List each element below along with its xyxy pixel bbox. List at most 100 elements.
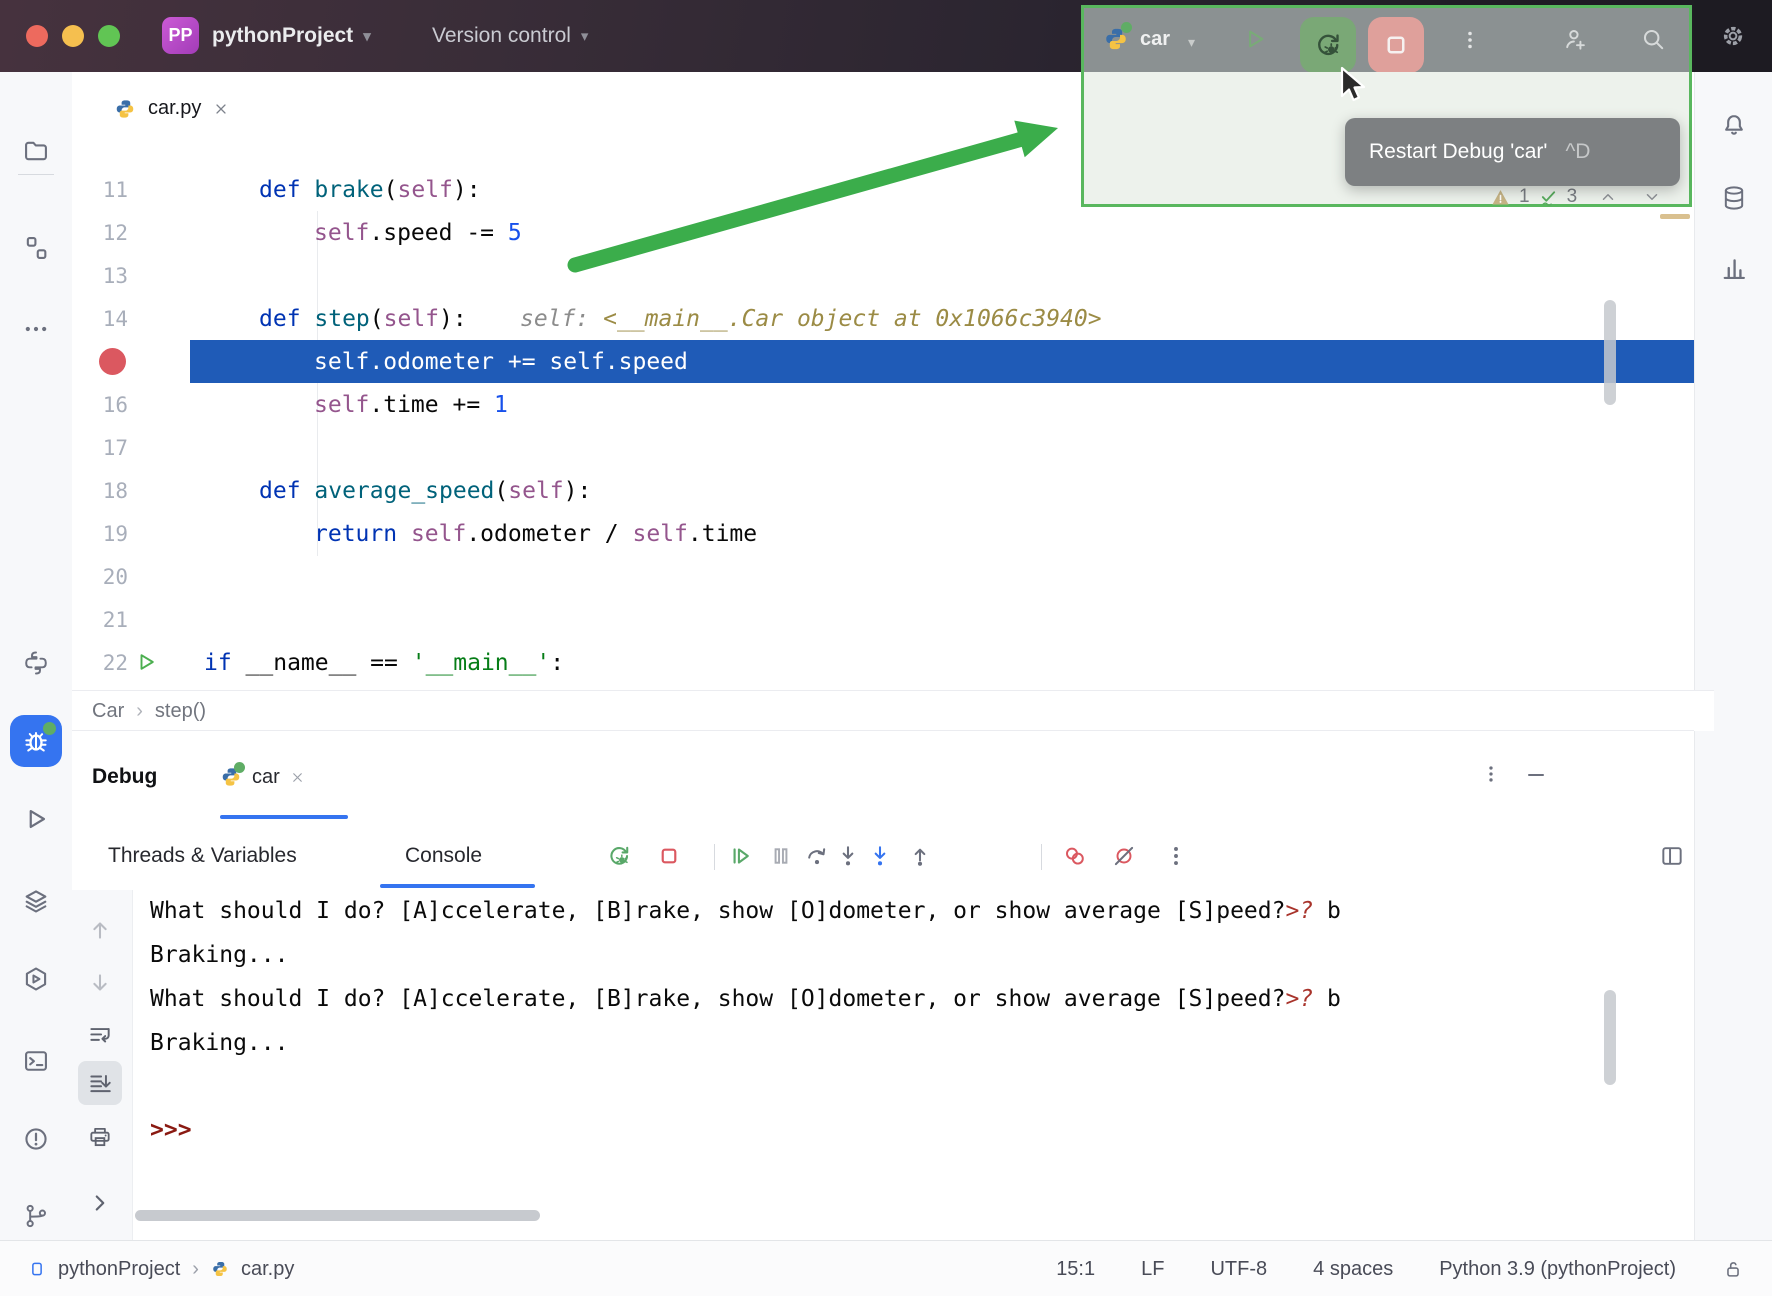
breadcrumb-separator: › — [136, 700, 143, 723]
code-line-21[interactable]: 21 — [72, 598, 1694, 641]
active-session-underline — [220, 815, 348, 819]
code-text: if __name__ == '__main__': — [204, 650, 564, 676]
code-text: def step(self): — [259, 306, 467, 332]
code-line-16[interactable]: 16self.time += 1 — [72, 383, 1694, 426]
terminal-tool-icon[interactable] — [0, 1035, 72, 1087]
step-out-button[interactable] — [894, 830, 946, 882]
git-tool-icon[interactable] — [0, 1190, 72, 1242]
code-line-14[interactable]: 14def step(self):self: <__main__.Car obj… — [72, 297, 1694, 340]
code-line-22[interactable]: 22if __name__ == '__main__': — [72, 641, 1694, 684]
more-tools-icon[interactable] — [0, 303, 72, 355]
scroll-to-end-icon[interactable] — [78, 1061, 122, 1105]
chevron-right-icon[interactable] — [70, 1181, 130, 1225]
line-number: 14 — [72, 307, 128, 331]
stop-button[interactable] — [643, 830, 695, 882]
statusbar-item[interactable]: 4 spaces — [1313, 1258, 1393, 1281]
tab-threads-variables[interactable]: Threads & Variables — [108, 822, 297, 890]
tab-console[interactable]: Console — [405, 822, 482, 890]
console-prompt[interactable]: >>> — [150, 1108, 192, 1152]
stripe-divider — [18, 174, 54, 175]
soft-wrap-icon[interactable] — [70, 1013, 130, 1057]
console-horizontal-scrollbar[interactable] — [135, 1210, 540, 1221]
python-packages-icon[interactable] — [0, 637, 72, 689]
search-icon[interactable] — [1640, 26, 1666, 52]
profiler-tool-icon[interactable] — [1695, 242, 1772, 294]
inspections-widget[interactable]: 1 3 — [1490, 184, 1661, 210]
print-icon[interactable] — [70, 1115, 130, 1159]
breadcrumb-method[interactable]: step() — [155, 700, 206, 723]
lock-icon[interactable] — [1722, 1258, 1744, 1280]
view-breakpoints-button[interactable] — [1049, 830, 1101, 882]
notifications-icon[interactable] — [1695, 99, 1772, 151]
run-tool-icon[interactable] — [0, 793, 72, 845]
restart-debug-button[interactable] — [593, 830, 645, 882]
chevron-up-icon[interactable] — [1599, 188, 1617, 206]
problems-tool-icon[interactable] — [0, 1113, 72, 1165]
structure-tool-icon[interactable] — [0, 222, 72, 274]
highlighted-run-widget: car ▾ — [1084, 8, 1689, 72]
code-line-19[interactable]: 19return self.odometer / self.time — [72, 512, 1694, 555]
arrow-down-icon[interactable] — [70, 961, 130, 1005]
stop-button[interactable] — [1368, 17, 1424, 73]
debug-session-label: car — [252, 766, 280, 789]
project-badge[interactable]: PP — [162, 17, 199, 54]
run-config-label[interactable]: car — [1140, 28, 1170, 51]
minimize-panel-icon[interactable] — [1524, 763, 1548, 787]
gear-icon[interactable] — [1720, 23, 1746, 49]
chevron-down-icon[interactable]: ▾ — [1188, 34, 1195, 51]
code-line-12[interactable]: 12self.speed -= 5 — [72, 211, 1694, 254]
project-tool-icon[interactable] — [0, 125, 72, 177]
toolwindow-toggle-icon[interactable] — [28, 1260, 46, 1278]
vcs-menu[interactable]: Version control▾ — [432, 0, 588, 72]
pycharm-window: PP pythonProject▾ Version control▾ car.p… — [0, 0, 1772, 1296]
add-user-icon[interactable] — [1562, 26, 1588, 52]
statusbar-item[interactable]: UTF-8 — [1210, 1258, 1267, 1281]
python-file-icon — [211, 1260, 229, 1278]
mute-breakpoints-button[interactable] — [1098, 830, 1150, 882]
database-tool-icon[interactable] — [1695, 172, 1772, 224]
left-tool-stripe — [0, 72, 73, 1240]
code-line-13[interactable]: 13 — [72, 254, 1694, 297]
code-editor[interactable]: 11def brake(self):12self.speed -= 51314d… — [72, 145, 1694, 690]
minimize-window-button[interactable] — [62, 25, 84, 47]
statusbar-item[interactable]: LF — [1141, 1258, 1164, 1281]
code-line-18[interactable]: 18def average_speed(self): — [72, 469, 1694, 512]
statusbar-item[interactable]: Python 3.9 (pythonProject) — [1439, 1258, 1676, 1281]
kebab-menu-icon[interactable] — [1480, 763, 1502, 785]
restart-debug-button[interactable] — [1300, 17, 1356, 73]
close-icon[interactable] — [213, 101, 229, 117]
code-line-17[interactable]: 17 — [72, 426, 1694, 469]
kebab-menu-icon[interactable] — [1458, 28, 1482, 52]
python-console-icon[interactable] — [0, 953, 72, 1005]
console-vertical-scrollbar[interactable] — [1604, 990, 1616, 1085]
code-line-20[interactable]: 20 — [72, 555, 1694, 598]
zoom-window-button[interactable] — [98, 25, 120, 47]
services-tool-icon[interactable] — [0, 875, 72, 927]
settings-corner[interactable] — [1694, 0, 1772, 72]
run-line-icon[interactable] — [134, 650, 158, 674]
statusbar-item[interactable]: 15:1 — [1056, 1258, 1095, 1281]
code-text: return self.odometer / self.time — [314, 521, 757, 547]
debug-tool-icon-active[interactable] — [0, 715, 72, 767]
statusbar-file[interactable]: car.py — [241, 1258, 294, 1281]
breakpoint-icon[interactable] — [99, 348, 126, 375]
code-line-15[interactable]: self.odometer += self.speed — [72, 340, 1694, 383]
chevron-down-icon[interactable] — [1643, 188, 1661, 206]
kebab-button[interactable] — [1150, 830, 1202, 882]
arrow-up-icon[interactable] — [70, 908, 130, 952]
statusbar-project[interactable]: pythonProject — [58, 1258, 180, 1281]
layout-button[interactable] — [1646, 830, 1698, 882]
line-number: 13 — [72, 264, 128, 288]
run-button[interactable] — [1242, 26, 1268, 52]
editor-vertical-scrollbar[interactable] — [1604, 300, 1616, 405]
debug-session-tab[interactable]: car — [220, 731, 305, 823]
debug-toolwindow-header: Debug car — [72, 730, 1694, 824]
breadcrumb-class[interactable]: Car — [92, 700, 124, 723]
chevron-down-icon: ▾ — [581, 27, 589, 45]
close-window-button[interactable] — [26, 25, 48, 47]
tab-car-py[interactable]: car.py — [104, 72, 239, 145]
debug-console[interactable]: What should I do? [A]ccelerate, [B]rake,… — [72, 890, 1694, 1240]
project-menu[interactable]: pythonProject▾ — [212, 0, 371, 72]
statusbar-breadcrumb[interactable]: pythonProject › car.py — [28, 1241, 294, 1296]
close-icon[interactable] — [290, 770, 305, 785]
